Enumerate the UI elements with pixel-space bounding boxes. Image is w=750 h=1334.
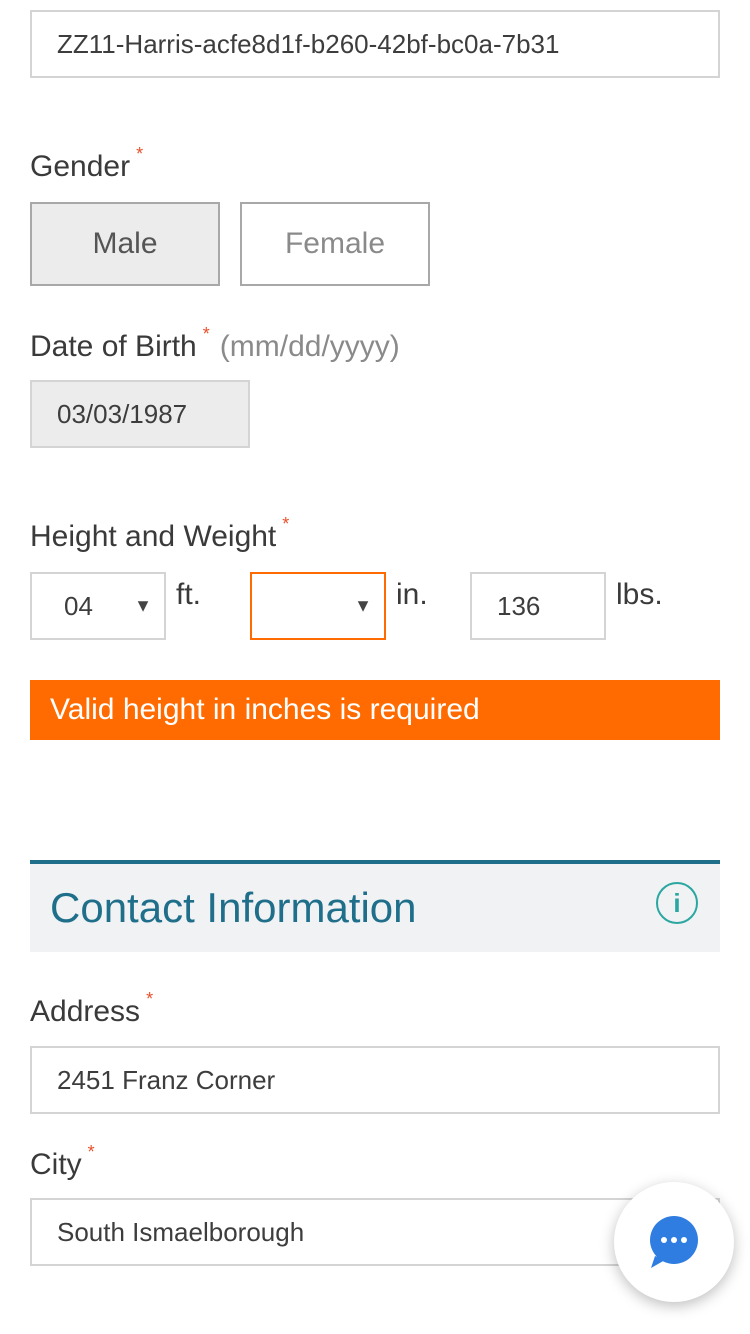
gender-male-label: Male [92, 227, 158, 260]
address-label-text: Address [30, 995, 141, 1028]
dob-input[interactable]: 03/03/1987 [30, 380, 250, 448]
info-icon[interactable]: i [656, 882, 698, 924]
city-value: South Ismaelborough [57, 1216, 305, 1247]
record-id-field[interactable]: ZZ11-Harris-acfe8d1f-b260-42bf-bc0a-7b31 [30, 10, 720, 78]
required-mark: * [202, 324, 210, 344]
city-label-text: City [30, 1148, 82, 1181]
address-label: Address * [30, 989, 153, 1029]
height-weight-label: Height and Weight * [30, 514, 289, 554]
contact-section-header: Contact Information [30, 860, 720, 952]
contact-section-title: Contact Information [50, 884, 417, 931]
inches-unit: in. [396, 578, 428, 611]
chat-launcher-button[interactable] [614, 1182, 734, 1302]
chat-bubble-icon [650, 1216, 698, 1268]
city-label: City * [30, 1142, 95, 1182]
dropdown-arrow-icon: ▼ [134, 595, 152, 616]
height-weight-label-text: Height and Weight [30, 520, 277, 553]
dob-label: Date of Birth * (mm/dd/yyyy) [30, 324, 400, 364]
address-value: 2451 Franz Corner [57, 1064, 276, 1095]
gender-male-button[interactable]: Male [30, 202, 220, 286]
height-feet-select[interactable]: 04 ▼ [30, 572, 166, 640]
dob-value: 03/03/1987 [57, 398, 188, 429]
dob-format-hint: (mm/dd/yyyy) [219, 330, 400, 363]
dob-label-text: Date of Birth [30, 330, 197, 363]
required-mark: * [87, 1142, 95, 1162]
required-mark: * [136, 144, 144, 164]
gender-female-label: Female [284, 227, 386, 260]
weight-value: 136 [497, 590, 541, 621]
dropdown-arrow-icon: ▼ [354, 595, 372, 616]
gender-label: Gender * [30, 144, 143, 184]
height-feet-value: 04 [64, 590, 93, 621]
address-input[interactable]: 2451 Franz Corner [30, 1046, 720, 1114]
weight-input[interactable]: 136 [470, 572, 606, 640]
height-inches-select[interactable]: ▼ [250, 572, 386, 640]
weight-unit: lbs. [616, 578, 663, 611]
height-error-text: Valid height in inches is required [50, 693, 480, 726]
required-mark: * [146, 989, 154, 1009]
gender-label-text: Gender [30, 150, 131, 183]
record-id-value: ZZ11-Harris-acfe8d1f-b260-42bf-bc0a-7b31 [57, 28, 560, 59]
required-mark: * [282, 514, 290, 534]
height-error-banner: Valid height in inches is required [30, 680, 720, 740]
feet-unit: ft. [176, 578, 202, 611]
gender-female-button[interactable]: Female [240, 202, 430, 286]
info-icon-glyph: i [673, 887, 681, 918]
